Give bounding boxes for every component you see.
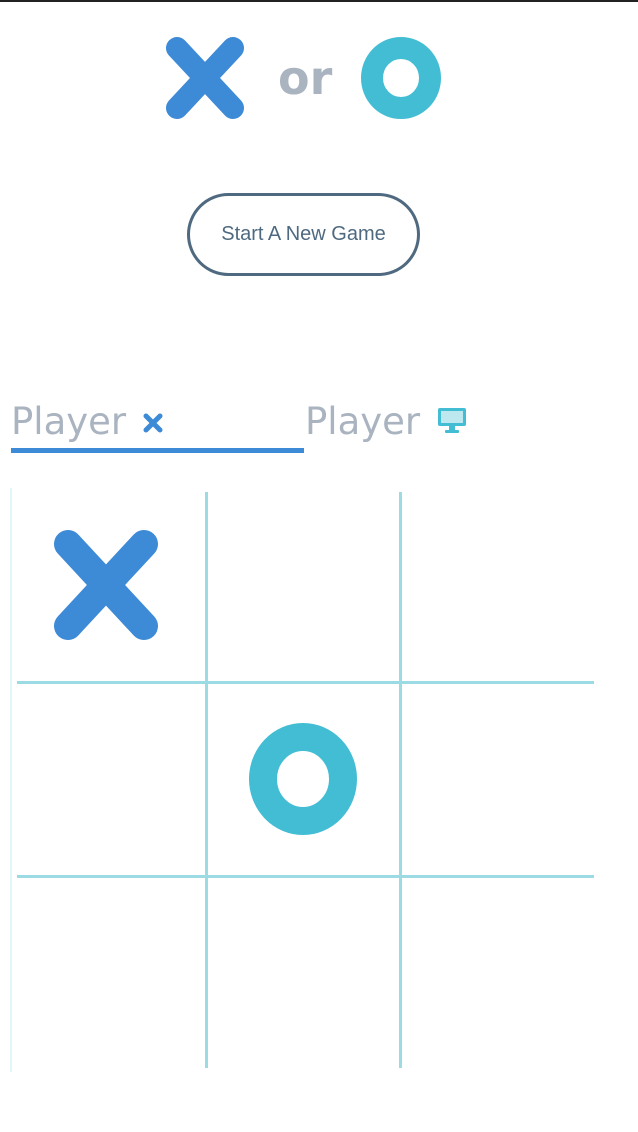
start-new-game-button[interactable]: Start A New Game xyxy=(187,193,420,276)
logo-separator-text: or xyxy=(278,51,333,105)
game-board xyxy=(10,488,600,1072)
computer-monitor-icon xyxy=(436,393,468,451)
x-mark-icon xyxy=(54,530,158,640)
x-mark-icon xyxy=(142,393,164,451)
x-mark-icon xyxy=(165,36,245,120)
tab-player-computer[interactable]: Player xyxy=(305,392,505,452)
top-border xyxy=(0,0,638,2)
board-cell-1-3[interactable] xyxy=(400,488,594,682)
board-cell-1-1[interactable] xyxy=(12,488,206,682)
player-computer-label: Player xyxy=(305,400,421,443)
board-cell-3-3[interactable] xyxy=(400,876,594,1070)
board-cell-3-2[interactable] xyxy=(206,876,400,1070)
active-tab-underline xyxy=(11,448,304,453)
board-cell-2-3[interactable] xyxy=(400,682,594,876)
o-ring-icon xyxy=(249,723,357,835)
board-cell-3-1[interactable] xyxy=(12,876,206,1070)
board-cell-1-2[interactable] xyxy=(206,488,400,682)
board-cell-2-1[interactable] xyxy=(12,682,206,876)
player-x-label: Player xyxy=(11,400,127,443)
o-ring-icon xyxy=(360,36,442,120)
game-logo: or xyxy=(0,36,608,122)
tab-player-x[interactable]: Player xyxy=(11,392,304,453)
board-cell-2-2[interactable] xyxy=(206,682,400,876)
